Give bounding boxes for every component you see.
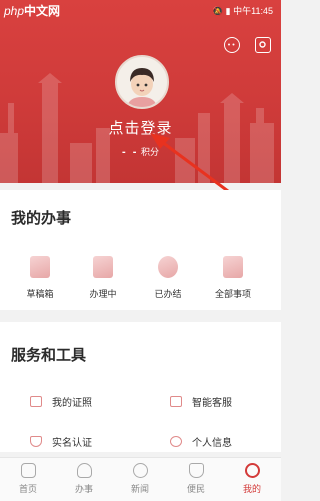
news-icon [132,463,148,478]
shield-icon [188,463,204,478]
chat-service-icon [170,396,182,407]
home-icon [20,463,36,478]
profile-icon [244,463,260,478]
bottom-tab-bar: 首页 办事 新闻 便民 我的 [0,457,281,501]
services-card: 服务和工具 我的证照 智能客服 实名认证 个人信息 [0,322,281,452]
all-items-icon [223,256,243,278]
section-title-my-affairs: 我的办事 [11,210,72,227]
service-my-license[interactable]: 我的证照 [30,394,92,412]
heart-icon [76,463,92,478]
service-real-name-verify[interactable]: 实名认证 [30,434,92,452]
section-title-services: 服务和工具 [11,347,87,364]
person-icon [170,436,182,447]
my-affairs-card: 我的办事 草稿箱 办理中 已办结 全部事项 [0,190,281,310]
tab-affairs[interactable]: 办事 [56,463,112,495]
tab-news[interactable]: 新闻 [112,463,168,495]
affair-item-drafts[interactable]: 草稿箱 [10,256,70,300]
tab-convenience[interactable]: 便民 [168,463,224,495]
affair-item-all[interactable]: 全部事项 [203,256,263,300]
completed-icon [158,256,178,278]
license-icon [30,396,42,407]
affair-item-completed[interactable]: 已办结 [138,256,198,300]
annotation-arrow [150,133,242,202]
service-smart-support[interactable]: 智能客服 [170,394,232,412]
affair-item-in-progress[interactable]: 办理中 [73,256,133,300]
service-personal-info[interactable]: 个人信息 [170,434,232,452]
in-progress-icon [93,256,113,278]
tab-mine[interactable]: 我的 [224,463,280,495]
draft-icon [30,256,50,278]
tab-home[interactable]: 首页 [0,463,56,495]
verify-icon [30,436,42,447]
